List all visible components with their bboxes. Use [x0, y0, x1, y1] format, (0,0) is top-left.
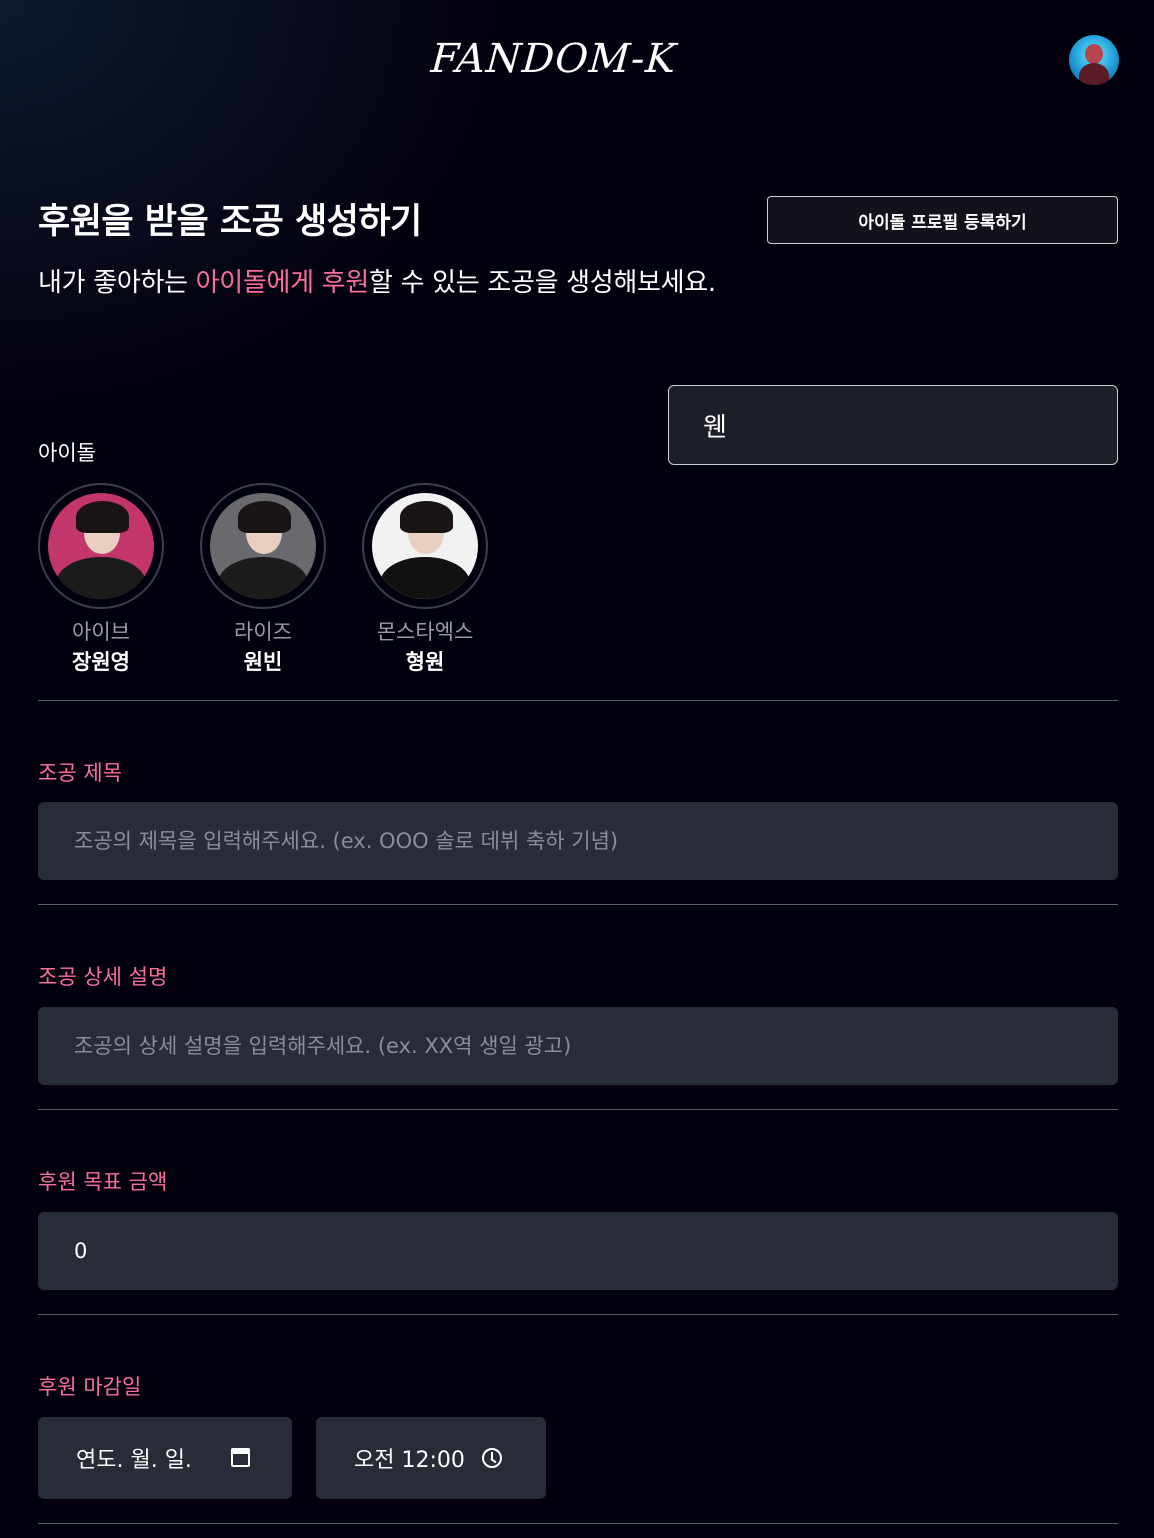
section-divider: [38, 904, 1118, 905]
idol-name: 원빈: [243, 650, 283, 674]
date-value: 연도. 월. 일.: [76, 1448, 192, 1473]
idol-search-input[interactable]: [703, 410, 1117, 440]
section-divider: [38, 700, 1118, 701]
time-value: 오전 12:00: [354, 1448, 465, 1473]
idol-card[interactable]: 아이브 장원영: [38, 483, 164, 677]
idol-search-box[interactable]: [668, 385, 1118, 465]
page-title: 후원을 받을 조공 생성하기: [38, 202, 422, 242]
section-divider: [38, 1523, 1118, 1524]
subtitle-highlight-idol: 아이돌에게: [195, 268, 314, 298]
amount-field-label: 후원 목표 금액: [38, 1170, 168, 1194]
section-divider: [38, 1109, 1118, 1110]
user-avatar-icon[interactable]: [1069, 35, 1119, 85]
idol-photo-ring: [38, 483, 164, 609]
idol-group-name: 몬스타엑스: [376, 620, 474, 644]
register-idol-profile-button[interactable]: 아이돌 프로필 등록하기: [767, 196, 1118, 244]
idol-name: 장원영: [72, 650, 130, 674]
description-input[interactable]: [38, 1007, 1118, 1085]
idol-photo: [48, 493, 154, 599]
amount-input[interactable]: [38, 1212, 1118, 1290]
title-input[interactable]: [38, 802, 1118, 880]
idol-group-name: 라이즈: [234, 620, 292, 644]
idol-group-name: 아이브: [72, 620, 130, 644]
calendar-icon[interactable]: [231, 1448, 250, 1467]
section-divider: [38, 1314, 1118, 1315]
subtitle-highlight-support: 후원: [321, 268, 370, 298]
idol-photo: [372, 493, 478, 599]
description-field-label: 조공 상세 설명: [38, 965, 168, 989]
page-subtitle: 내가 좋아하는 아이돌에게 후원할 수 있는 조공을 생성해보세요.: [38, 262, 716, 299]
deadline-field-label: 후원 마감일: [38, 1375, 142, 1399]
idol-photo-ring: [362, 483, 488, 609]
idol-photo-ring: [200, 483, 326, 609]
subtitle-suffix: 할 수 있는 조공을 생성해보세요.: [368, 268, 716, 298]
idol-section-label: 아이돌: [38, 441, 96, 465]
header: FANDOM-K: [0, 0, 1154, 120]
idol-name: 형원: [405, 650, 445, 674]
idol-photo: [210, 493, 316, 599]
subtitle-prefix: 내가 좋아하는: [38, 268, 196, 298]
clock-icon[interactable]: [482, 1448, 502, 1468]
idol-card[interactable]: 라이즈 원빈: [200, 483, 326, 677]
deadline-date-picker[interactable]: 연도. 월. 일.: [38, 1417, 292, 1499]
idol-card[interactable]: 몬스타엑스 형원: [362, 483, 488, 677]
deadline-time-picker[interactable]: 오전 12:00: [316, 1417, 546, 1499]
subtitle-middle: [314, 268, 322, 298]
logo-text: FANDOM-K: [429, 36, 679, 82]
title-field-label: 조공 제목: [38, 761, 122, 785]
logo[interactable]: FANDOM-K: [428, 30, 680, 88]
